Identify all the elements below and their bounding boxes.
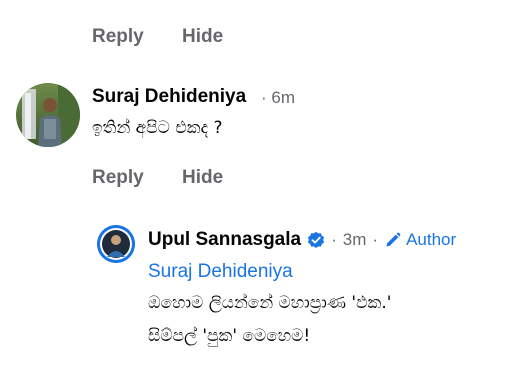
avatar-suraj[interactable] xyxy=(16,83,80,147)
avatar-photo xyxy=(97,225,135,263)
pencil-icon xyxy=(384,231,402,249)
reply-header: Upul Sannasgala · 3m · Author xyxy=(148,229,456,251)
comment-text: ඉතින් අපිට එකද ? xyxy=(92,118,223,138)
reply-button-comment[interactable]: Reply xyxy=(92,167,144,189)
author-badge-label: Author xyxy=(406,230,457,249)
meta-separator: · xyxy=(261,88,267,107)
hide-button-comment[interactable]: Hide xyxy=(182,167,223,189)
reply-time[interactable]: 3m xyxy=(343,230,367,250)
reply-text-line-1: ඔහොම ලියන්නේ මහාප්‍රාණ 'ඵක.' xyxy=(148,293,392,313)
hide-button-top[interactable]: Hide xyxy=(182,26,223,48)
avatar-photo xyxy=(16,83,80,147)
meta-separator: · xyxy=(331,230,337,249)
reply-author-name[interactable]: Upul Sannasgala xyxy=(148,229,301,251)
reply-button-top[interactable]: Reply xyxy=(92,26,144,48)
verified-badge-icon xyxy=(307,231,325,249)
comment-time[interactable]: 6m xyxy=(271,88,295,107)
meta-separator: · xyxy=(372,230,379,249)
mention-link[interactable]: Suraj Dehideniya xyxy=(148,261,293,283)
author-badge: Author xyxy=(384,230,456,250)
comment-meta: · 6m xyxy=(261,88,295,108)
comment-author-name[interactable]: Suraj Dehideniya xyxy=(92,86,246,108)
reply-text-line-2: සිම්පල් 'පුක' මෙහෙම! xyxy=(148,326,311,346)
avatar-upul[interactable] xyxy=(97,225,135,263)
